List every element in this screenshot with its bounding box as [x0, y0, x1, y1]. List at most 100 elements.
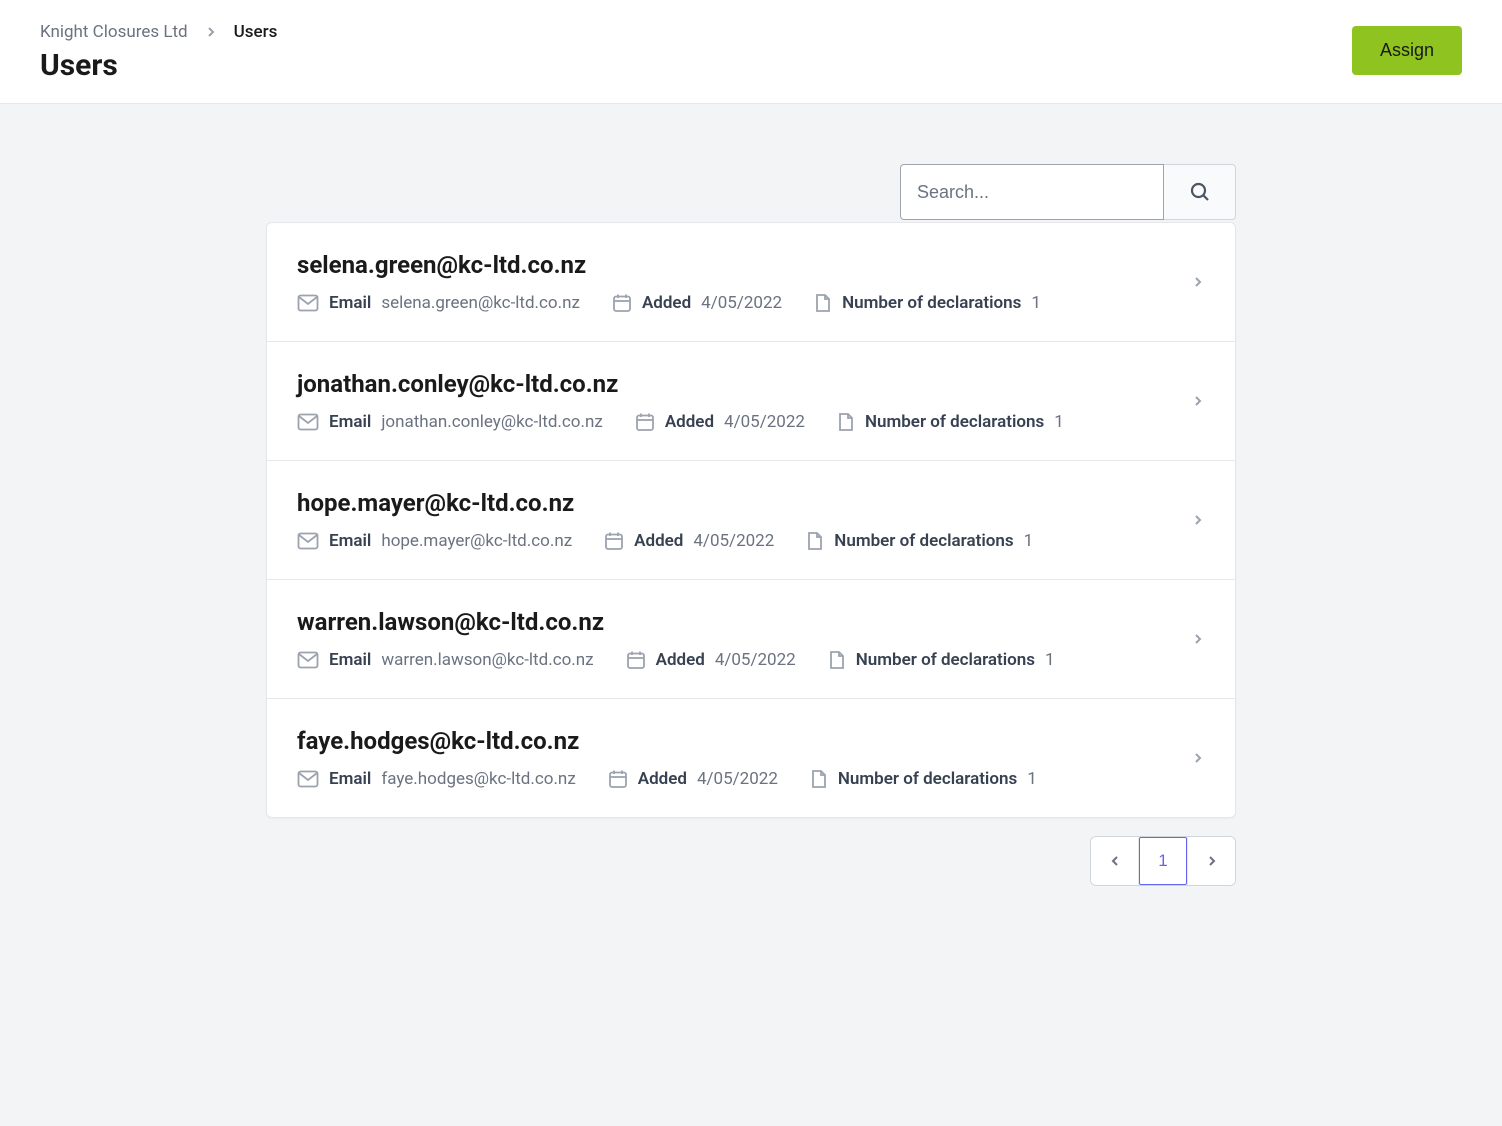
user-email-title: selena.green@kc-ltd.co.nz	[297, 251, 1191, 279]
meta-label-declarations: Number of declarations	[838, 769, 1017, 789]
document-icon	[810, 769, 828, 789]
list-item[interactable]: hope.mayer@kc-ltd.co.nz Email hope.mayer…	[267, 461, 1235, 580]
meta-label-declarations: Number of declarations	[842, 293, 1021, 313]
list-item-content: jonathan.conley@kc-ltd.co.nz Email jonat…	[297, 370, 1191, 432]
user-email-title: hope.mayer@kc-ltd.co.nz	[297, 489, 1191, 517]
breadcrumb-wrap: Knight Closures Ltd Users Users	[40, 22, 277, 83]
meta-label-declarations: Number of declarations	[856, 650, 1035, 670]
email-icon	[297, 532, 319, 550]
search-button[interactable]	[1164, 164, 1236, 220]
meta-value-email: faye.hodges@kc-ltd.co.nz	[381, 769, 575, 789]
document-icon	[806, 531, 824, 551]
meta-label-email: Email	[329, 650, 371, 670]
meta-value-added: 4/05/2022	[697, 769, 778, 789]
chevron-right-icon	[1191, 273, 1205, 291]
user-meta: Email selena.green@kc-ltd.co.nz Added 4/…	[297, 293, 1191, 313]
meta-label-declarations: Number of declarations	[865, 412, 1044, 432]
meta-declarations: Number of declarations 1	[814, 293, 1041, 313]
user-email-title: faye.hodges@kc-ltd.co.nz	[297, 727, 1191, 755]
meta-added: Added 4/05/2022	[635, 412, 805, 432]
list-item[interactable]: faye.hodges@kc-ltd.co.nz Email faye.hodg…	[267, 699, 1235, 817]
email-icon	[297, 413, 319, 431]
meta-declarations: Number of declarations 1	[828, 650, 1055, 670]
meta-label-email: Email	[329, 531, 371, 551]
meta-value-added: 4/05/2022	[693, 531, 774, 551]
list-item-content: faye.hodges@kc-ltd.co.nz Email faye.hodg…	[297, 727, 1191, 789]
page-next-button[interactable]	[1187, 837, 1235, 885]
meta-label-added: Added	[656, 650, 705, 670]
assign-button[interactable]: Assign	[1352, 26, 1462, 75]
meta-value-declarations: 1	[1031, 293, 1041, 313]
meta-value-declarations: 1	[1054, 412, 1064, 432]
list-item[interactable]: jonathan.conley@kc-ltd.co.nz Email jonat…	[267, 342, 1235, 461]
meta-email: Email faye.hodges@kc-ltd.co.nz	[297, 769, 576, 789]
user-email-title: jonathan.conley@kc-ltd.co.nz	[297, 370, 1191, 398]
meta-label-added: Added	[665, 412, 714, 432]
chevron-right-icon	[1206, 854, 1218, 868]
search-icon	[1188, 180, 1212, 204]
meta-label-email: Email	[329, 412, 371, 432]
user-meta: Email warren.lawson@kc-ltd.co.nz Added 4…	[297, 650, 1191, 670]
breadcrumb-current[interactable]: Users	[234, 22, 278, 42]
meta-value-declarations: 1	[1045, 650, 1055, 670]
meta-label-added: Added	[634, 531, 683, 551]
pagination: 1	[266, 836, 1236, 886]
meta-label-email: Email	[329, 769, 371, 789]
document-icon	[828, 650, 846, 670]
chevron-right-icon	[1191, 630, 1205, 648]
meta-value-email: warren.lawson@kc-ltd.co.nz	[381, 650, 593, 670]
meta-value-added: 4/05/2022	[724, 412, 805, 432]
chevron-right-icon	[206, 25, 216, 39]
search-row	[266, 164, 1236, 220]
meta-value-added: 4/05/2022	[701, 293, 782, 313]
user-meta: Email jonathan.conley@kc-ltd.co.nz Added…	[297, 412, 1191, 432]
meta-value-declarations: 1	[1024, 531, 1034, 551]
chevron-right-icon	[1191, 749, 1205, 767]
calendar-icon	[612, 293, 632, 313]
list-item-content: hope.mayer@kc-ltd.co.nz Email hope.mayer…	[297, 489, 1191, 551]
meta-label-added: Added	[642, 293, 691, 313]
meta-label-email: Email	[329, 293, 371, 313]
calendar-icon	[608, 769, 628, 789]
breadcrumb-org[interactable]: Knight Closures Ltd	[40, 22, 188, 42]
page-prev-button[interactable]	[1091, 837, 1139, 885]
meta-value-email: hope.mayer@kc-ltd.co.nz	[381, 531, 572, 551]
document-icon	[814, 293, 832, 313]
meta-added: Added 4/05/2022	[612, 293, 782, 313]
meta-label-added: Added	[638, 769, 687, 789]
page-title: Users	[40, 48, 277, 83]
meta-email: Email hope.mayer@kc-ltd.co.nz	[297, 531, 572, 551]
calendar-icon	[626, 650, 646, 670]
chevron-left-icon	[1109, 854, 1121, 868]
user-meta: Email faye.hodges@kc-ltd.co.nz Added 4/0…	[297, 769, 1191, 789]
user-email-title: warren.lawson@kc-ltd.co.nz	[297, 608, 1191, 636]
meta-value-email: jonathan.conley@kc-ltd.co.nz	[381, 412, 602, 432]
list-item[interactable]: selena.green@kc-ltd.co.nz Email selena.g…	[267, 223, 1235, 342]
list-item-content: selena.green@kc-ltd.co.nz Email selena.g…	[297, 251, 1191, 313]
content: selena.green@kc-ltd.co.nz Email selena.g…	[0, 104, 1502, 916]
meta-added: Added 4/05/2022	[608, 769, 778, 789]
page-number-button[interactable]: 1	[1139, 837, 1187, 885]
meta-email: Email jonathan.conley@kc-ltd.co.nz	[297, 412, 603, 432]
meta-value-added: 4/05/2022	[715, 650, 796, 670]
search-input[interactable]	[900, 164, 1164, 220]
calendar-icon	[604, 531, 624, 551]
email-icon	[297, 651, 319, 669]
meta-added: Added 4/05/2022	[626, 650, 796, 670]
meta-email: Email selena.green@kc-ltd.co.nz	[297, 293, 580, 313]
email-icon	[297, 770, 319, 788]
chevron-right-icon	[1191, 392, 1205, 410]
list-item[interactable]: warren.lawson@kc-ltd.co.nz Email warren.…	[267, 580, 1235, 699]
breadcrumb: Knight Closures Ltd Users	[40, 22, 277, 42]
meta-value-declarations: 1	[1027, 769, 1037, 789]
meta-label-declarations: Number of declarations	[834, 531, 1013, 551]
page-header: Knight Closures Ltd Users Users Assign	[0, 0, 1502, 104]
list-item-content: warren.lawson@kc-ltd.co.nz Email warren.…	[297, 608, 1191, 670]
calendar-icon	[635, 412, 655, 432]
chevron-right-icon	[1191, 511, 1205, 529]
user-meta: Email hope.mayer@kc-ltd.co.nz Added 4/05…	[297, 531, 1191, 551]
meta-value-email: selena.green@kc-ltd.co.nz	[381, 293, 580, 313]
document-icon	[837, 412, 855, 432]
meta-added: Added 4/05/2022	[604, 531, 774, 551]
pagination-group: 1	[1090, 836, 1236, 886]
